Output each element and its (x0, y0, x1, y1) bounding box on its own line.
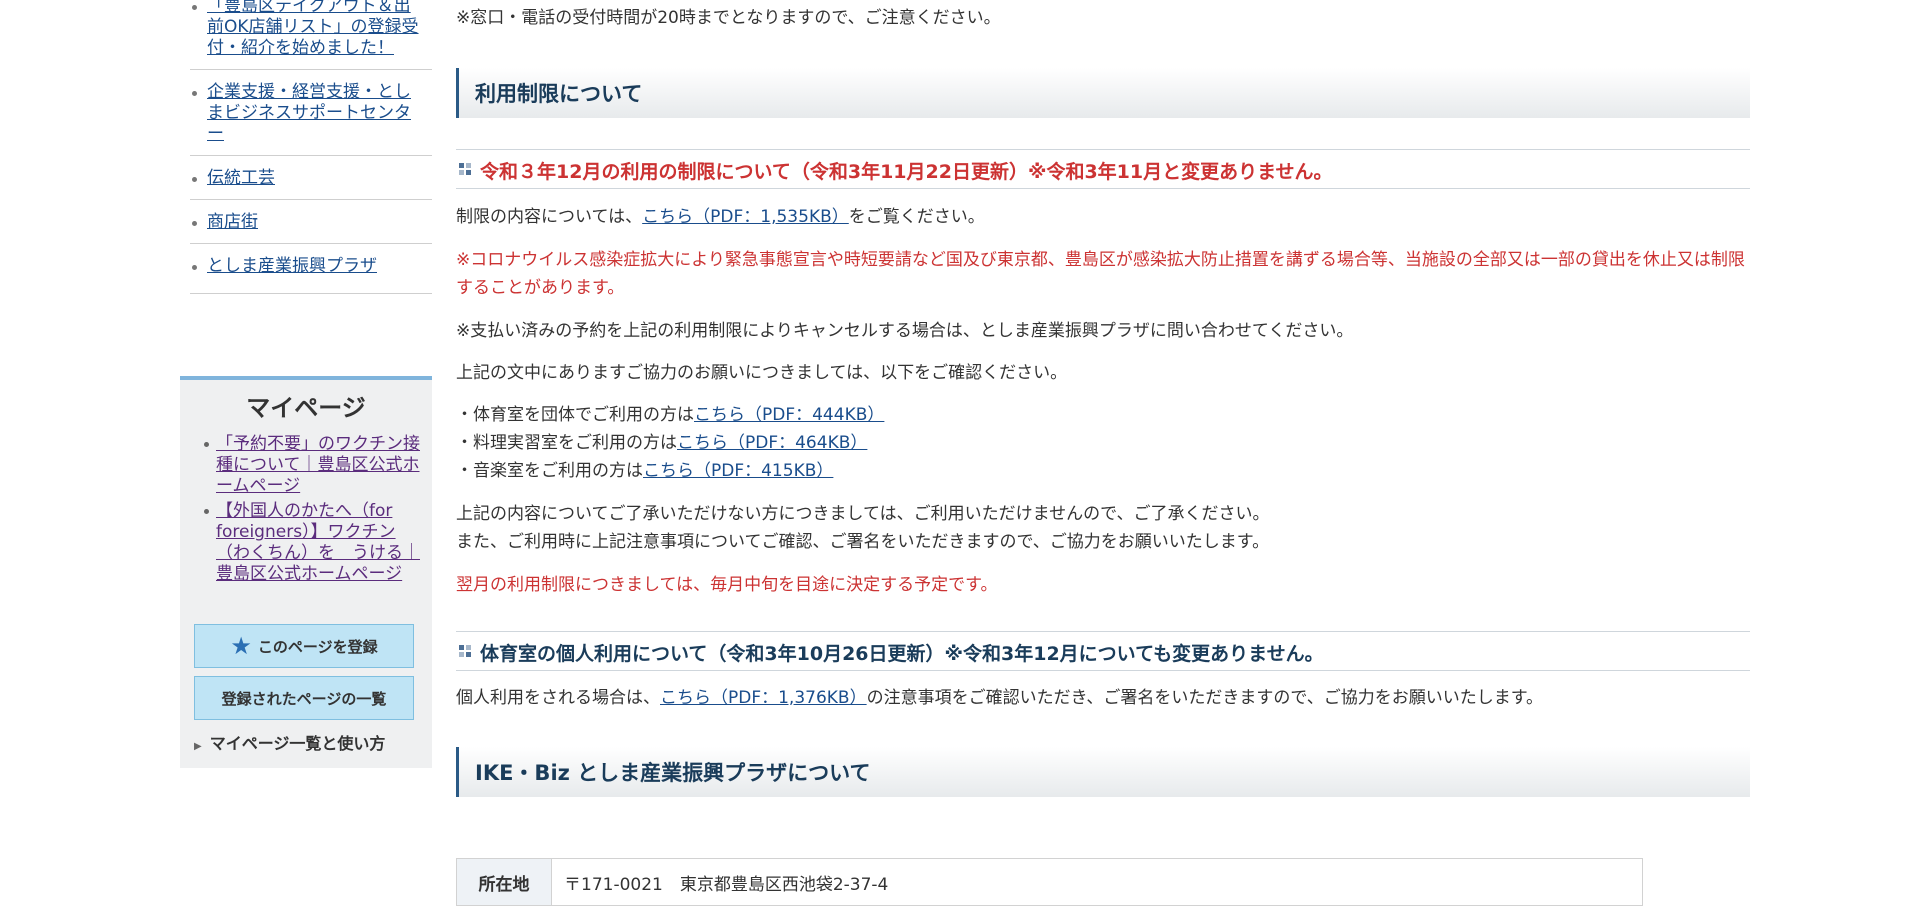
cancel-notice: ※支払い済みの予約を上記の利用制限によりキャンセルする場合は、としま産業振興プラ… (456, 321, 1354, 341)
restriction-pdf-link[interactable]: こちら（PDF：1,535KB） (642, 207, 849, 227)
confirm-text: 上記の文中にありますご協力のお願いにつきましては、以下をご確認ください。 (456, 363, 1068, 383)
individual-use-pdf-link[interactable]: こちら（PDF：1,376KB） (660, 688, 867, 708)
sidebar-link-list: 「豊島区テイクアウト＆出前OK店舗リスト」の登録受付・紹介を始めました！ 企業支… (180, 0, 432, 294)
mypage-panel: マイページ 「予約不要」のワクチン接種について｜豊島区公式ホームページ 【外国人… (180, 376, 432, 768)
list-item: 「豊島区テイクアウト＆出前OK店舗リスト」の登録受付・紹介を始めました！ (190, 0, 432, 70)
list-item: 企業支援・経営支援・としまビジネスサポートセンター (190, 82, 432, 156)
subheading-december-restrictions: 令和３年12月の利用の制限について（令和3年11月22日更新）※令和3年11月と… (456, 149, 1750, 189)
accept-text: 上記の内容についてご了承いただけない方につきましては、ご利用いただけませんので、… (456, 500, 1269, 556)
facility-info-table: 所在地 〒171-0021 東京都豊島区西池袋2-37-4 (456, 858, 1643, 906)
sidebar: 「豊島区テイクアウト＆出前OK店舗リスト」の登録受付・紹介を始めました！ 企業支… (180, 0, 432, 306)
subheading-title: 体育室の個人利用について（令和3年10月26日更新）※令和3年12月についても変… (480, 643, 1324, 665)
section-heading-plaza: IKE・Biz としま産業振興プラザについて (456, 747, 1750, 797)
mypage-howto-label: マイページ一覧と使い方 (209, 734, 386, 753)
register-page-button[interactable]: ★ このページを登録 (194, 624, 414, 668)
subheading-title: 令和３年12月の利用の制限について（令和3年11月22日更新）※令和3年11月と… (480, 161, 1333, 183)
accept-line-2: また、ご利用時に上記注意事項についてご確認、ご署名をいただきますので、ご協力をお… (456, 532, 1270, 552)
restriction-text: 制限の内容については、こちら（PDF：1,535KB）をご覧ください。 (456, 203, 985, 231)
section-heading-usage-restrictions: 利用制限について (456, 68, 1750, 118)
square-bullet-icon (459, 163, 471, 175)
address-label: 所在地 (456, 858, 552, 906)
cooking-room-pdf-link[interactable]: こちら（PDF：464KB） (677, 433, 867, 453)
sidebar-link-industry-plaza[interactable]: としま産業振興プラザ (207, 256, 420, 277)
registered-pages-button[interactable]: 登録されたページの一覧 (194, 676, 414, 720)
list-item: ・体育室を団体でご利用の方はこちら（PDF：444KB） (456, 401, 884, 429)
text: ・体育室を団体でご利用の方は (456, 405, 694, 425)
table-row: 所在地 〒171-0021 東京都豊島区西池袋2-37-4 (456, 858, 1643, 906)
list-item: ・音楽室をご利用の方はこちら（PDF：415KB） (456, 457, 884, 485)
subheading-individual-gym: 体育室の個人利用について（令和3年10月26日更新）※令和3年12月についても変… (456, 631, 1750, 671)
address-value: 〒171-0021 東京都豊島区西池袋2-37-4 (551, 858, 1643, 906)
list-item: としま産業振興プラザ (190, 256, 432, 294)
mypage-link-foreigners[interactable]: 【外国人のかたへ（for foreigners）】ワクチン（わくちん）を うける… (216, 501, 420, 585)
mypage-title: マイページ (246, 394, 366, 422)
sidebar-link-shopping-streets[interactable]: 商店街 (207, 212, 420, 233)
sidebar-link-takeout[interactable]: 「豊島区テイクアウト＆出前OK店舗リスト」の登録受付・紹介を始めました！ (207, 0, 420, 59)
star-plus-icon: ★ (230, 632, 252, 660)
section-title: 利用制限について (475, 82, 643, 106)
list-item: 「予約不要」のワクチン接種について｜豊島区公式ホームページ (204, 434, 420, 497)
list-item: 伝統工芸 (190, 168, 432, 200)
register-page-label: このページを登録 (257, 637, 378, 656)
gym-pdf-link[interactable]: こちら（PDF：444KB） (694, 405, 884, 425)
accept-line-1: 上記の内容についてご了承いただけない方につきましては、ご利用いただけませんので、… (456, 504, 1270, 524)
list-item: ・料理実習室をご利用の方はこちら（PDF：464KB） (456, 429, 884, 457)
list-item: 商店街 (190, 212, 432, 244)
individual-use-text: 個人利用をされる場合は、こちら（PDF：1,376KB）の注意事項をご確認いただ… (456, 684, 1543, 712)
text: をご覧ください。 (848, 207, 985, 227)
music-room-pdf-link[interactable]: こちら（PDF：415KB） (643, 461, 833, 481)
text: の注意事項をご確認いただき、ご署名をいただきますので、ご協力をお願いいたします。 (866, 688, 1544, 708)
pdf-list: ・体育室を団体でご利用の方はこちら（PDF：444KB） ・料理実習室をご利用の… (456, 401, 884, 485)
mypage-howto-link[interactable]: ▶ マイページ一覧と使い方 (194, 730, 385, 754)
text: ・料理実習室をご利用の方は (456, 433, 677, 453)
covid-notice: ※コロナウイルス感染症拡大により緊急事態宣言や時短要請など国及び東京都、豊島区が… (456, 250, 1745, 298)
text: ・音楽室をご利用の方は (456, 461, 643, 481)
sidebar-link-traditional-crafts[interactable]: 伝統工芸 (207, 168, 420, 189)
text: 制限の内容については、 (456, 207, 643, 227)
list-item: 【外国人のかたへ（for foreigners）】ワクチン（わくちん）を うける… (204, 501, 420, 585)
triangle-right-icon: ▶ (194, 741, 202, 752)
mypage-link-list: 「予約不要」のワクチン接種について｜豊島区公式ホームページ 【外国人のかたへ（f… (180, 434, 432, 585)
section-title: IKE・Biz としま産業振興プラザについて (475, 761, 871, 785)
text: 個人利用をされる場合は、 (456, 688, 660, 708)
square-bullet-icon (459, 645, 471, 657)
top-notice: ※窓口・電話の受付時間が20時までとなりますので、ご注意ください。 (456, 8, 1001, 28)
next-month-notice: 翌月の利用制限につきましては、毎月中旬を目途に決定する予定です。 (456, 575, 998, 595)
mypage-link-vaccine[interactable]: 「予約不要」のワクチン接種について｜豊島区公式ホームページ (216, 434, 420, 497)
sidebar-link-business-support[interactable]: 企業支援・経営支援・としまビジネスサポートセンター (207, 82, 420, 145)
